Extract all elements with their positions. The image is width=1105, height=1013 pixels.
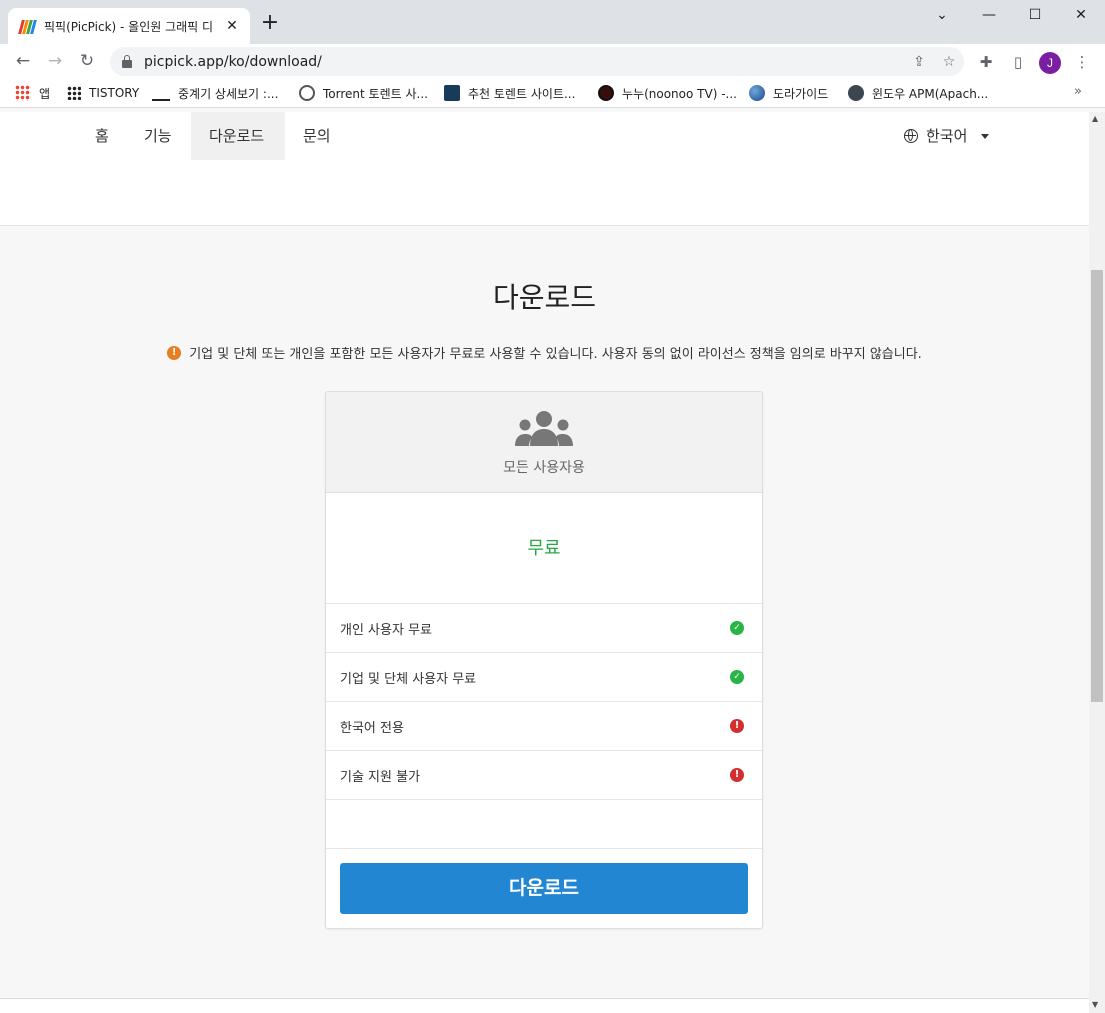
footer-edge xyxy=(0,998,1089,1013)
new-tab-button[interactable]: + xyxy=(258,12,282,36)
close-window-button[interactable]: ✕ xyxy=(1058,4,1104,28)
language-selector[interactable]: 한국어 xyxy=(904,112,990,160)
warning-icon: ! xyxy=(167,345,182,360)
tab-close-icon[interactable]: ✕ xyxy=(224,18,240,34)
picpick-favicon-icon xyxy=(18,18,37,34)
header-band xyxy=(0,160,1089,226)
tab-search-button[interactable]: ⌄ xyxy=(919,4,965,28)
address-bar[interactable]: picpick.app/ko/download/ ⇪ ☆ xyxy=(110,47,964,76)
globe-icon xyxy=(904,129,918,143)
extensions-puzzle-icon[interactable]: ✚ xyxy=(975,51,997,73)
caret-down-icon xyxy=(981,133,990,139)
feature-label: 개인 사용자 무료 xyxy=(340,622,432,638)
scroll-up-arrow-icon[interactable]: ▲ xyxy=(1092,114,1098,123)
exclamation-circle-icon: ! xyxy=(730,768,744,782)
feature-row-personal: 개인 사용자 무료 ✓ xyxy=(326,604,762,653)
feature-row-empty xyxy=(326,800,762,849)
noonoo-icon xyxy=(598,85,614,101)
maximize-button[interactable]: ☐ xyxy=(1012,4,1058,28)
license-notice: ! 기업 및 단체 또는 개인을 포함한 모든 사용자가 무료로 사용할 수 있… xyxy=(0,343,1089,362)
minimize-button[interactable]: — xyxy=(966,4,1012,28)
earth-icon xyxy=(749,85,765,101)
bookmark-doraguide[interactable]: 도라가이드 xyxy=(749,84,828,102)
bookmark-torrent[interactable]: Torrent 토렌트 사... xyxy=(299,84,428,102)
more-menu-icon[interactable]: ⋮ xyxy=(1071,51,1093,73)
profile-avatar[interactable]: J xyxy=(1039,52,1061,74)
download-button[interactable]: 다운로드 xyxy=(340,863,748,914)
lock-icon xyxy=(122,54,132,68)
price-label: 무료 xyxy=(326,493,762,604)
check-circle-icon: ✓ xyxy=(730,621,744,635)
browser-toolbar: ← → ↻ picpick.app/ko/download/ ⇪ ☆ ✚ ▯ J… xyxy=(0,44,1105,78)
page-viewport: 홈 기능 다운로드 문의 한국어 다운로드 ! 기업 및 단체 또는 개인을 포… xyxy=(0,112,1089,1013)
bookmark-apps[interactable]: 앱 xyxy=(15,84,50,102)
bookmark-tistory[interactable]: TISTORY xyxy=(67,84,139,102)
st-icon xyxy=(848,85,864,101)
feature-row-no-support: 기술 지원 불가 ! xyxy=(326,751,762,800)
bookmark-apm[interactable]: 윈도우 APM(Apach... xyxy=(848,84,988,102)
feature-label: 한국어 전용 xyxy=(340,720,404,736)
page-scrollbar-thumb[interactable] xyxy=(1091,270,1103,702)
license-notice-text: 기업 및 단체 또는 개인을 포함한 모든 사용자가 무료로 사용할 수 있습니… xyxy=(189,347,922,362)
share-icon[interactable]: ⇪ xyxy=(904,54,934,70)
pricing-card: 모든 사용자용 무료 개인 사용자 무료 ✓ 기업 및 단체 사용자 무료 ✓ … xyxy=(325,391,763,929)
url-text[interactable]: picpick.app/ko/download/ xyxy=(144,54,904,70)
pricing-card-header: 모든 사용자용 xyxy=(326,392,762,493)
bookmarks-more-icon[interactable]: » xyxy=(1074,84,1082,99)
users-group-icon xyxy=(515,411,573,446)
language-label: 한국어 xyxy=(926,127,968,145)
back-arrow-icon[interactable]: ← xyxy=(11,49,35,73)
exclamation-circle-icon: ! xyxy=(730,719,744,733)
bookmark-relay[interactable]: 중계기 상세보기 :... xyxy=(152,84,278,102)
bookmark-torrent-sites[interactable]: 추천 토렌트 사이트... xyxy=(444,84,575,102)
feature-label: 기업 및 단체 사용자 무료 xyxy=(340,671,477,687)
globe-icon xyxy=(299,85,315,101)
feature-row-business: 기업 및 단체 사용자 무료 ✓ xyxy=(326,653,762,702)
feature-row-korean-only: 한국어 전용 ! xyxy=(326,702,762,751)
side-panel-icon[interactable]: ▯ xyxy=(1007,51,1029,73)
page-title: 다운로드 xyxy=(492,281,597,314)
feature-label: 기술 지원 불가 xyxy=(340,769,421,785)
nav-home[interactable]: 홈 xyxy=(77,112,127,160)
nav-features[interactable]: 기능 xyxy=(126,112,190,160)
nav-download[interactable]: 다운로드 xyxy=(191,112,285,160)
browser-tab-active[interactable]: 픽픽(PicPick) - 올인원 그래픽 디 ✕ xyxy=(8,8,250,44)
ham-icon xyxy=(152,91,170,101)
forward-arrow-icon[interactable]: → xyxy=(43,49,67,73)
bookmarks-bar: 앱 TISTORY 중계기 상세보기 :... Torrent 토렌트 사...… xyxy=(0,78,1105,108)
apps-grid-icon xyxy=(15,85,31,101)
bookmark-star-icon[interactable]: ☆ xyxy=(934,54,964,70)
check-circle-icon: ✓ xyxy=(730,670,744,684)
reload-icon[interactable]: ↻ xyxy=(75,49,99,73)
site-icon xyxy=(444,85,460,101)
tab-title: 픽픽(PicPick) - 올인원 그래픽 디 xyxy=(44,19,214,34)
scroll-down-arrow-icon[interactable]: ▼ xyxy=(1092,1000,1098,1009)
bookmark-noonoo[interactable]: 누누(noonoo TV) -... xyxy=(598,84,737,102)
tistory-icon xyxy=(67,86,81,100)
site-navbar: 홈 기능 다운로드 문의 한국어 xyxy=(0,112,1089,160)
nav-contact[interactable]: 문의 xyxy=(285,112,349,160)
tab-strip: 픽픽(PicPick) - 올인원 그래픽 디 ✕ + ⌄ — ☐ ✕ xyxy=(0,0,1105,44)
pricing-card-subtitle: 모든 사용자용 xyxy=(503,460,585,476)
